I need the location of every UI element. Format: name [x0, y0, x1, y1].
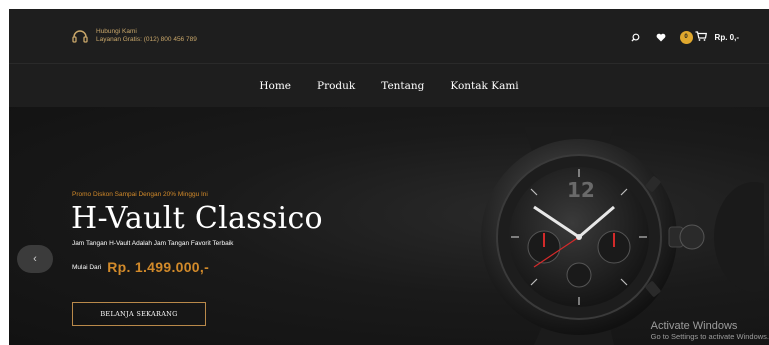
heart-icon[interactable]: [656, 33, 666, 42]
header-actions: 0 Rp. 0,-: [615, 28, 739, 46]
cart-total: Rp. 0,-: [714, 32, 739, 42]
watermark-title: Activate Windows: [650, 320, 738, 332]
headset-icon: [71, 28, 89, 44]
cart-count-badge: 0: [679, 30, 693, 44]
top-bar: Hubungi Kami Layanan Gratis: (012) 800 4…: [9, 9, 769, 63]
cart-icon: [693, 28, 707, 46]
shop-now-button[interactable]: BELANJA SEKARANG: [72, 302, 206, 326]
cart-button[interactable]: 0 Rp. 0,-: [679, 28, 739, 46]
price-value: Rp. 1.499.000,-: [107, 259, 210, 275]
price-label: Mulai Dari: [72, 263, 102, 271]
contact-title: Hubungi Kami: [96, 28, 137, 35]
nav-item-home[interactable]: Home: [259, 80, 291, 92]
chevron-left-icon: ‹: [33, 253, 37, 265]
nav-item-tentang[interactable]: Tentang: [381, 80, 424, 92]
dial-numeral: 12: [567, 178, 595, 202]
watch-product-image: 12: [464, 127, 769, 345]
hero-subtitle: Jam Tangan H-Vault Adalah Jam Tangan Fav…: [72, 240, 234, 247]
page-frame: Hubungi Kami Layanan Gratis: (012) 800 4…: [9, 9, 769, 345]
slider-prev-button[interactable]: ‹: [17, 245, 53, 273]
search-icon[interactable]: [631, 33, 640, 42]
contact-phone: Layanan Gratis: (012) 800 456 789: [96, 36, 197, 43]
hero-price: Mulai Dari Rp. 1.499.000,-: [72, 259, 209, 275]
main-nav: Home Produk Tentang Kontak Kami: [9, 63, 769, 107]
contact-info: Hubungi Kami Layanan Gratis: (012) 800 4…: [71, 28, 197, 44]
nav-item-kontak[interactable]: Kontak Kami: [450, 80, 518, 92]
hero-title: H-Vault Classico: [71, 201, 323, 236]
watermark-subtitle: Go to Settings to activate Windows.: [650, 332, 769, 341]
windows-activation-watermark: Activate Windows Go to Settings to activ…: [651, 320, 769, 341]
hero-promo-text: Promo Diskon Sampai Dengan 20% Minggu In…: [72, 191, 208, 198]
hero-slider: Promo Diskon Sampai Dengan 20% Minggu In…: [9, 107, 769, 345]
nav-item-produk[interactable]: Produk: [317, 80, 355, 92]
